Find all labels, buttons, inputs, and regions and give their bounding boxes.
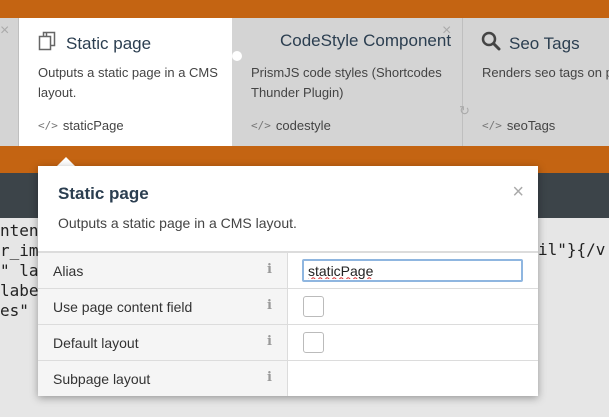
component-description: Renders seo tags on page. — [482, 65, 609, 80]
refresh-icon: ↻ — [459, 103, 470, 118]
code-icon: </> — [482, 119, 502, 132]
component-alias: </> seoTags — [482, 118, 555, 133]
component-alias-text: staticPage — [62, 118, 124, 133]
property-label: Subpage layout — [53, 371, 151, 387]
top-toolbar — [0, 0, 609, 18]
component-description: Outputs a static page in a CMS layout. — [38, 65, 218, 100]
property-row-default-layout: Default layout i — [38, 325, 538, 361]
property-row-alias: Alias i — [38, 253, 538, 289]
copy-icon — [37, 31, 58, 57]
subpage-layout-dropdown[interactable] — [289, 361, 538, 396]
info-icon[interactable]: i — [267, 298, 272, 313]
property-row-subpage-layout: Subpage layout i — [38, 361, 538, 396]
component-card-codestyle[interactable]: CodeStyle Component × PrismJS code style… — [232, 18, 463, 146]
component-description: PrismJS code styles (Shortcodes Thunder … — [251, 65, 442, 100]
component-alias: </> staticPage — [38, 118, 124, 133]
alias-input[interactable] — [302, 259, 523, 282]
component-name: Seo Tags — [509, 33, 580, 53]
component-card-partial[interactable]: × — [0, 18, 19, 146]
popup-description: Outputs a static page in a CMS layout. — [58, 215, 297, 231]
code-line: es" — [0, 301, 29, 320]
close-icon[interactable]: × — [512, 182, 524, 202]
code-line: labe — [0, 281, 39, 300]
close-icon[interactable]: × — [442, 22, 451, 40]
search-icon — [481, 31, 501, 56]
drag-handle-dot[interactable] — [232, 51, 242, 61]
component-alias: </> codestyle — [251, 118, 331, 133]
close-icon[interactable]: × — [0, 22, 9, 40]
component-name: Static page — [66, 34, 152, 53]
default-layout-checkbox[interactable] — [303, 332, 324, 353]
property-row-use-page-content: Use page content field i — [38, 289, 538, 325]
code-line: " la — [0, 261, 39, 280]
info-icon[interactable]: i — [267, 262, 272, 277]
properties-table: Alias i Use page content field i Default… — [38, 251, 538, 396]
component-name: CodeStyle Component — [280, 31, 452, 50]
component-alias-text: seoTags — [506, 118, 556, 133]
code-line: il"}{/v — [538, 240, 606, 259]
component-list: × Static page Outputs a static page in a… — [0, 18, 609, 146]
info-icon[interactable]: i — [267, 334, 272, 349]
code-line: nten — [0, 221, 39, 240]
component-alias-text: codestyle — [275, 118, 331, 133]
popup-arrow — [57, 157, 75, 166]
code-icon: </> — [38, 119, 58, 132]
component-card-seo-tags[interactable]: Seo Tags Renders seo tags on page. </> s… — [463, 18, 609, 146]
component-card-static-page[interactable]: Static page Outputs a static page in a C… — [19, 18, 232, 146]
component-inspector-popup: Static page × Outputs a static page in a… — [38, 166, 538, 396]
property-label: Use page content field — [53, 299, 193, 315]
code-icon: </> — [251, 119, 271, 132]
property-label: Alias — [53, 263, 84, 279]
popup-title: Static page — [58, 184, 149, 203]
use-page-content-checkbox[interactable] — [303, 296, 324, 317]
info-icon[interactable]: i — [267, 370, 272, 385]
property-label: Default layout — [53, 335, 139, 351]
code-line: r_im — [0, 241, 39, 260]
